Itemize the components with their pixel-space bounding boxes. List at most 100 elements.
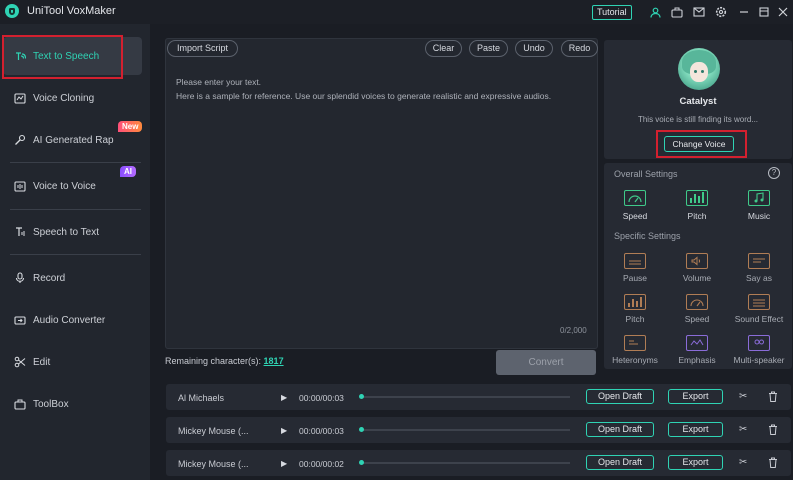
sidebar-divider — [10, 209, 141, 210]
record-icon — [13, 271, 27, 285]
import-script-button[interactable]: Import Script — [167, 40, 238, 57]
redo-button[interactable]: Redo — [561, 40, 598, 57]
app-title: UniTool VoxMaker — [27, 5, 116, 17]
clear-button[interactable]: Clear — [425, 40, 462, 57]
export-button[interactable]: Export — [668, 389, 723, 404]
overall-settings-title: Overall Settings — [614, 169, 678, 179]
play-icon[interactable]: ▶ — [281, 459, 287, 468]
new-badge: New — [118, 121, 143, 132]
sidebar-item-label: ToolBox — [33, 398, 69, 410]
export-button[interactable]: Export — [668, 455, 723, 470]
music-note-icon[interactable] — [748, 190, 770, 206]
progress-knob[interactable] — [359, 394, 364, 399]
undo-button[interactable]: Undo — [515, 40, 553, 57]
close-icon[interactable] — [776, 5, 790, 19]
rap-icon — [13, 133, 27, 147]
sidebar-item-label: Speech to Text — [33, 226, 99, 238]
emphasis-icon[interactable] — [686, 335, 708, 351]
character-counter: 0/2,000 — [560, 326, 587, 335]
trash-icon[interactable] — [768, 424, 778, 438]
volume-icon[interactable] — [686, 253, 708, 269]
play-icon[interactable]: ▶ — [281, 393, 287, 402]
setting-label-speed: Speed — [622, 211, 648, 221]
scissors-icon[interactable]: ✂ — [739, 391, 747, 402]
specific-settings-title: Specific Settings — [614, 231, 681, 241]
setting-label-pause: Pause — [622, 273, 648, 283]
toolbox-briefcase-icon[interactable] — [670, 5, 684, 19]
play-icon[interactable]: ▶ — [281, 426, 287, 435]
multi-speaker-icon[interactable] — [748, 335, 770, 351]
open-draft-button[interactable]: Open Draft — [586, 422, 654, 437]
sidebar-item-label: Edit — [33, 356, 51, 368]
speed-gauge-icon[interactable] — [624, 190, 646, 206]
scissors-icon — [13, 355, 27, 369]
placeholder-line: Here is a sample for reference. Use our … — [176, 91, 552, 101]
say-as-icon[interactable] — [748, 253, 770, 269]
sidebar-item-edit[interactable]: Edit — [3, 343, 142, 381]
voice-cloning-icon — [13, 91, 27, 105]
user-icon[interactable] — [648, 5, 662, 19]
mail-icon[interactable] — [692, 5, 706, 19]
editor-placeholder[interactable]: Please enter your text. Here is a sample… — [176, 75, 551, 103]
setting-label-multi-speaker: Multi-speaker — [733, 355, 785, 365]
maximize-icon[interactable] — [757, 5, 771, 19]
sidebar-item-toolbox[interactable]: ToolBox — [3, 385, 142, 423]
sidebar-divider — [10, 162, 141, 163]
remaining-characters: Remaining character(s): 1817 — [165, 356, 284, 366]
minimize-icon[interactable] — [737, 5, 751, 19]
progress-knob[interactable] — [359, 427, 364, 432]
highlight-box — [2, 35, 123, 79]
track-progress[interactable] — [360, 396, 570, 398]
setting-label-emphasis: Emphasis — [678, 355, 716, 365]
trash-icon[interactable] — [768, 391, 778, 405]
sidebar-item-audio-converter[interactable]: Audio Converter — [3, 301, 142, 339]
toolbox-icon — [13, 397, 27, 411]
scissors-icon[interactable]: ✂ — [739, 457, 747, 468]
setting-label-speed-specific: Speed — [684, 314, 710, 324]
scissors-icon[interactable]: ✂ — [739, 424, 747, 435]
setting-label-music: Music — [747, 211, 771, 221]
tutorial-button[interactable]: Tutorial — [592, 5, 632, 20]
track-time: 00:00/00:03 — [299, 426, 344, 436]
setting-label-heteronyms: Heteronyms — [612, 355, 658, 365]
remaining-value[interactable]: 1817 — [264, 356, 284, 366]
sound-effect-icon[interactable] — [748, 294, 770, 310]
heteronyms-icon[interactable] — [624, 335, 646, 351]
track-name: Mickey Mouse (... — [178, 426, 249, 436]
sidebar-item-label: Audio Converter — [33, 314, 106, 326]
help-icon[interactable]: ? — [768, 167, 780, 179]
sidebar-item-label: Voice Cloning — [33, 92, 95, 104]
sidebar-item-voice-cloning[interactable]: Voice Cloning — [3, 79, 142, 117]
app-logo-icon — [5, 4, 19, 18]
open-draft-button[interactable]: Open Draft — [586, 389, 654, 404]
pitch-bars-icon[interactable] — [686, 190, 708, 206]
settings-gear-icon[interactable] — [714, 5, 728, 19]
ai-badge: AI — [120, 166, 136, 177]
sidebar-item-speech-to-text[interactable]: Speech to Text — [3, 213, 142, 251]
setting-label-pitch: Pitch — [687, 211, 707, 221]
sidebar-item-record[interactable]: Record — [3, 259, 142, 297]
export-button[interactable]: Export — [668, 422, 723, 437]
setting-label-say-as: Say as — [746, 273, 772, 283]
trash-icon[interactable] — [768, 457, 778, 471]
pause-icon[interactable] — [624, 253, 646, 269]
voice-avatar[interactable] — [678, 48, 720, 90]
track-progress[interactable] — [360, 462, 570, 464]
title-bar: UniTool VoxMaker Tutorial — [0, 0, 793, 24]
track-time: 00:00/00:02 — [299, 459, 344, 469]
track-progress[interactable] — [360, 429, 570, 431]
track-name: Al Michaels — [178, 393, 225, 403]
voice-description: This voice is still finding its word... — [637, 115, 759, 124]
paste-button[interactable]: Paste — [469, 40, 508, 57]
open-draft-button[interactable]: Open Draft — [586, 455, 654, 470]
track-time: 00:00/00:03 — [299, 393, 344, 403]
convert-button[interactable]: Convert — [496, 350, 596, 375]
pitch-specific-icon[interactable] — [624, 294, 646, 310]
speed-specific-icon[interactable] — [686, 294, 708, 310]
speech-to-text-icon — [13, 225, 27, 239]
track-name: Mickey Mouse (... — [178, 459, 249, 469]
app-window: UniTool VoxMaker Tutorial Text to Speech — [0, 0, 793, 480]
converter-icon — [13, 313, 27, 327]
progress-knob[interactable] — [359, 460, 364, 465]
sidebar-item-label: Voice to Voice — [33, 180, 96, 192]
